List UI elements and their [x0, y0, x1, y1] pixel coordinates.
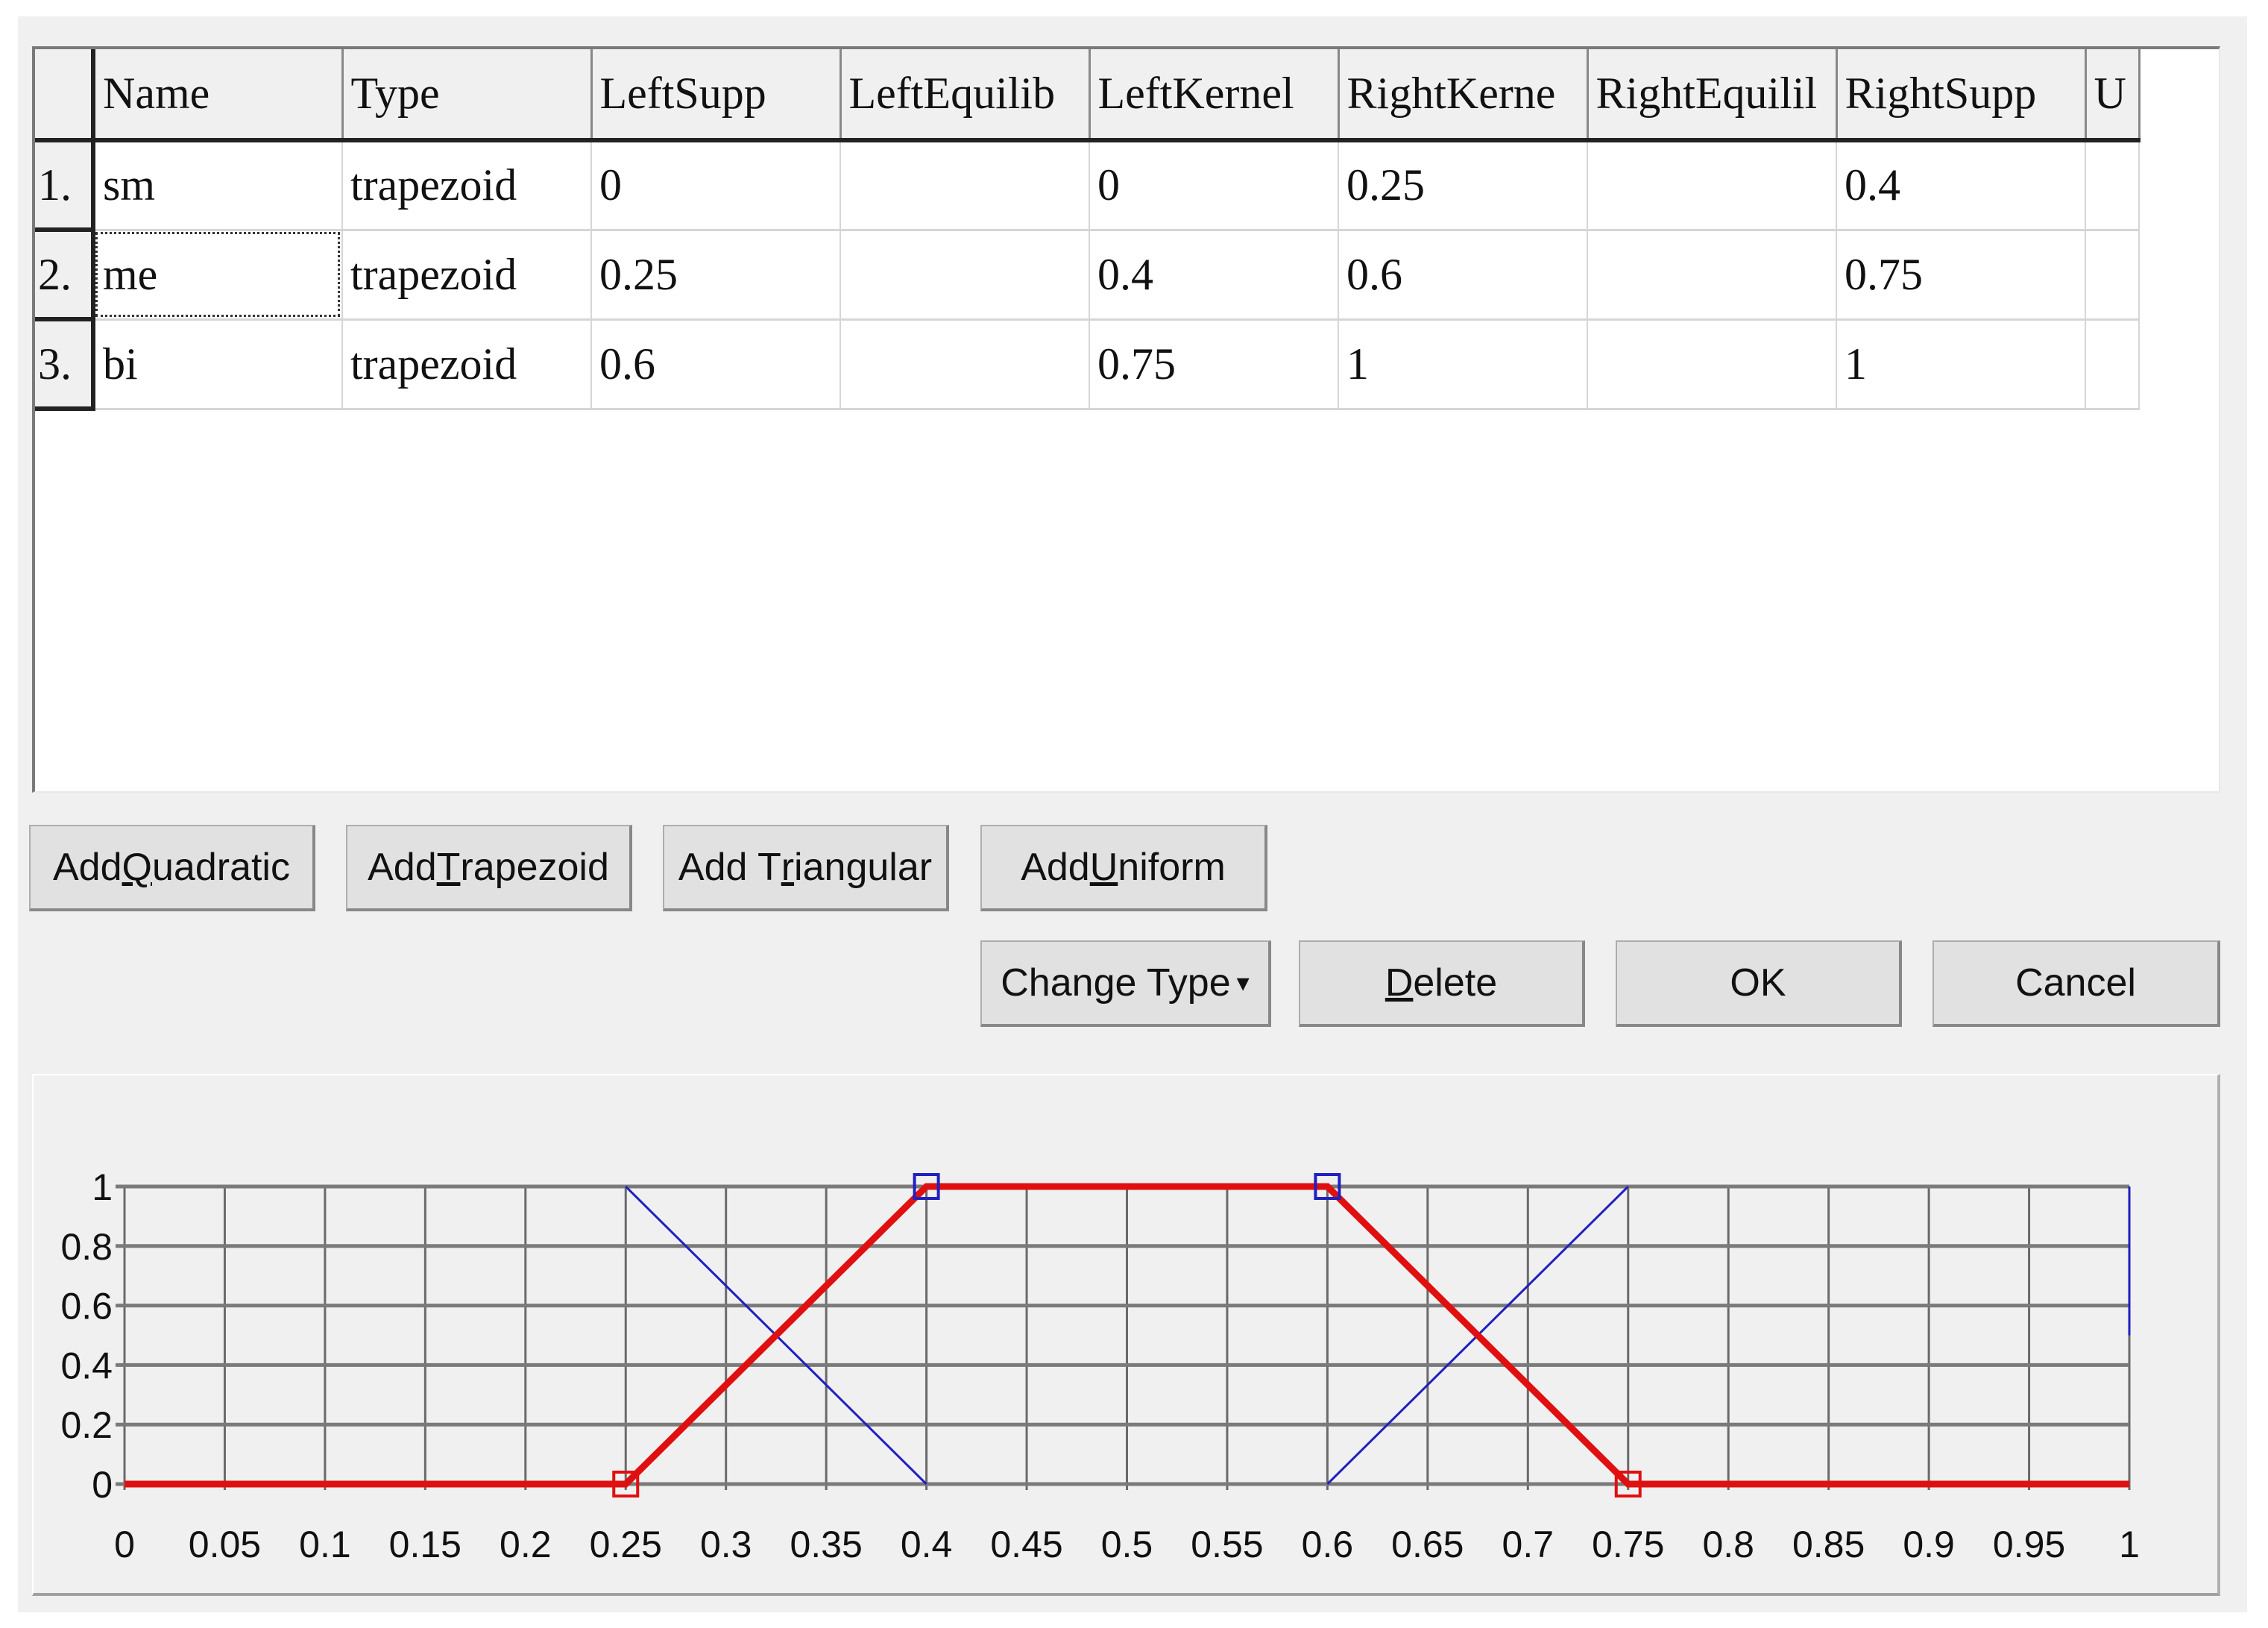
- x-tick-label: 0.2: [500, 1524, 552, 1565]
- x-tick-label: 0.25: [590, 1524, 662, 1565]
- x-tick-label: 0.05: [189, 1524, 261, 1565]
- x-tick-label: 0.6: [1302, 1524, 1354, 1565]
- x-tick-label: 0.8: [1702, 1524, 1754, 1565]
- x-tick-label: 0.85: [1792, 1524, 1865, 1565]
- x-tick-label: 0.35: [790, 1524, 862, 1565]
- y-tick-label: 1: [92, 1166, 113, 1208]
- x-tick-label: 0.15: [389, 1524, 462, 1565]
- x-tick-label: 0.65: [1391, 1524, 1464, 1565]
- y-tick-label: 0.4: [60, 1345, 113, 1386]
- membership-chart[interactable]: 0 0.05 0.1 0.15 0.2 0.25 0.3 0.35 0.4 0.45 0.5 0.55…: [0, 0, 2268, 1628]
- x-tick-label: 0.1: [299, 1524, 351, 1565]
- y-tick-label: 0.8: [60, 1226, 113, 1268]
- x-tick-label: 0.4: [901, 1524, 953, 1565]
- x-tick-label: 0.5: [1101, 1524, 1153, 1565]
- x-tick-label: 1: [2119, 1524, 2140, 1565]
- x-tick-label: 0.9: [1903, 1524, 1955, 1565]
- x-tick-label: 0.75: [1592, 1524, 1664, 1565]
- y-tick-label: 0: [92, 1464, 113, 1506]
- x-tick-label: 0.3: [700, 1524, 752, 1565]
- x-tick-label: 0: [114, 1524, 135, 1565]
- y-tick-label: 0.2: [60, 1404, 113, 1446]
- x-tick-label: 0.55: [1191, 1524, 1263, 1565]
- y-tick-label: 0.6: [60, 1286, 113, 1327]
- x-tick-label: 0.7: [1502, 1524, 1554, 1565]
- x-tick-label: 0.95: [1993, 1524, 2065, 1565]
- x-tick-label: 0.45: [990, 1524, 1062, 1565]
